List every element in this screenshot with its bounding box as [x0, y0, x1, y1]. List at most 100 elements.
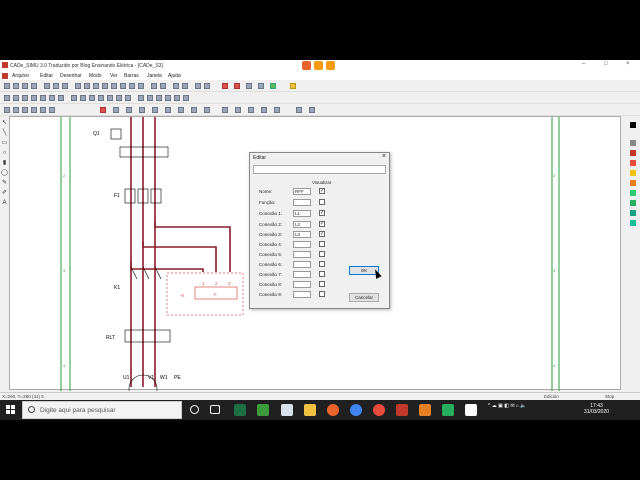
tool-icon[interactable]: [165, 107, 171, 113]
menu-desenhar[interactable]: Desenhar: [60, 73, 82, 79]
component-icon[interactable]: [22, 95, 28, 101]
conexao-4-checkbox[interactable]: [319, 241, 325, 247]
text-tool-icon[interactable]: A: [1, 200, 8, 207]
tool-icon[interactable]: [40, 107, 46, 113]
menu-editar[interactable]: Editar: [40, 73, 53, 79]
conexao-7-field[interactable]: [293, 271, 311, 278]
new-file-icon[interactable]: [4, 83, 10, 89]
conexao-7-checkbox[interactable]: [319, 271, 325, 277]
line-tool-icon[interactable]: ╲: [1, 130, 8, 137]
conexao-1-field[interactable]: L1: [293, 210, 311, 217]
pencil-tool-icon[interactable]: ✎: [1, 180, 8, 187]
ellipse-tool-icon[interactable]: ◯: [1, 170, 8, 177]
component-icon[interactable]: [89, 95, 95, 101]
zoom-window-icon[interactable]: [93, 83, 99, 89]
component-icon[interactable]: [165, 95, 171, 101]
zoom-out-icon[interactable]: [84, 83, 90, 89]
tool-icon[interactable]: [152, 107, 158, 113]
tool-icon[interactable]: [126, 107, 132, 113]
component-icon[interactable]: [80, 95, 86, 101]
tool-icon[interactable]: [309, 107, 315, 113]
tool-icon[interactable]: [178, 107, 184, 113]
menu-barras[interactable]: Barras: [124, 73, 139, 79]
component-icon[interactable]: [125, 95, 131, 101]
conexao-8-field[interactable]: [293, 281, 311, 288]
color-swatch[interactable]: [630, 180, 636, 186]
component-icon[interactable]: [40, 95, 46, 101]
tool-icon[interactable]: [31, 107, 37, 113]
component-icon[interactable]: [183, 95, 189, 101]
zoom-fit-icon[interactable]: [102, 83, 108, 89]
component-icon[interactable]: [31, 95, 37, 101]
stop-icon[interactable]: [234, 83, 240, 89]
arrange-icon[interactable]: [173, 83, 179, 89]
tool-icon[interactable]: [296, 107, 302, 113]
cancel-button[interactable]: Cancelar: [349, 293, 379, 302]
paste-icon[interactable]: [62, 83, 68, 89]
close-button[interactable]: ×: [626, 61, 630, 67]
firefox-icon[interactable]: [302, 61, 311, 70]
component-icon[interactable]: [4, 95, 10, 101]
copy-icon[interactable]: [53, 83, 59, 89]
component-icon[interactable]: [71, 95, 77, 101]
component-icon[interactable]: [156, 95, 162, 101]
conexao-1-checkbox[interactable]: ✓: [319, 210, 325, 216]
tool-icon[interactable]: [204, 107, 210, 113]
color-swatch[interactable]: [630, 220, 636, 226]
component-icon[interactable]: [174, 95, 180, 101]
component-icon[interactable]: [116, 95, 122, 101]
grid-icon[interactable]: [195, 83, 201, 89]
system-tray[interactable]: ^ ☁ ▣ ◧ ✉ ⌂ 🔈: [488, 403, 527, 409]
redo-icon[interactable]: [160, 83, 166, 89]
conexao-6-checkbox[interactable]: [319, 261, 325, 267]
conexao-4-field[interactable]: [293, 241, 311, 248]
component-icon[interactable]: [107, 95, 113, 101]
undo-icon[interactable]: [151, 83, 157, 89]
conexao-3-checkbox[interactable]: ✓: [319, 231, 325, 237]
file-explorer-icon[interactable]: [304, 404, 316, 416]
circle-tool-icon[interactable]: ○: [1, 150, 8, 157]
tool-icon[interactable]: [248, 107, 254, 113]
component-icon[interactable]: [138, 95, 144, 101]
minimize-button[interactable]: –: [582, 61, 585, 67]
task-view-icon[interactable]: [210, 405, 220, 414]
simulate-icon[interactable]: [222, 83, 228, 89]
nome-checkbox[interactable]: ✓: [319, 188, 325, 194]
maximize-button[interactable]: □: [604, 61, 608, 67]
color-swatch[interactable]: [630, 170, 636, 176]
dialog-close-button[interactable]: ×: [382, 153, 386, 160]
zoom-in-icon[interactable]: [75, 83, 81, 89]
funcao-field[interactable]: [293, 199, 311, 206]
fill-tool-icon[interactable]: ▮: [1, 160, 8, 167]
tool-icon[interactable]: [113, 107, 119, 113]
app-red-icon[interactable]: [373, 404, 385, 416]
open-file-icon[interactable]: [13, 83, 19, 89]
print-icon[interactable]: [31, 83, 37, 89]
tool-icon[interactable]: [222, 107, 228, 113]
tool-icon[interactable]: [261, 107, 267, 113]
conexao-5-field[interactable]: [293, 251, 311, 258]
tool-icon[interactable]: [235, 107, 241, 113]
color-swatch[interactable]: [630, 200, 636, 206]
conexao-2-checkbox[interactable]: ✓: [319, 221, 325, 227]
refresh-icon[interactable]: [129, 83, 135, 89]
taskbar-search-box[interactable]: Digite aqui para pesquisar: [22, 401, 182, 419]
step-icon[interactable]: [258, 83, 264, 89]
pan-icon[interactable]: [120, 83, 126, 89]
menu-ver[interactable]: Ver: [110, 73, 118, 79]
layers-icon[interactable]: [204, 83, 210, 89]
conexao-2-field[interactable]: L2: [293, 221, 311, 228]
component-icon[interactable]: [58, 95, 64, 101]
conexao-5-checkbox[interactable]: [319, 251, 325, 257]
cortana-icon[interactable]: [190, 405, 199, 414]
color-swatch[interactable]: [630, 140, 636, 146]
tool-icon[interactable]: [4, 107, 10, 113]
app-camtasia-icon[interactable]: [442, 404, 454, 416]
save-icon[interactable]: [22, 83, 28, 89]
nome-field[interactable]: RFF: [293, 188, 311, 195]
rect-tool-icon[interactable]: ▭: [1, 140, 8, 147]
conexao-8-checkbox[interactable]: [319, 281, 325, 287]
color-swatch[interactable]: [630, 160, 636, 166]
tool-icon[interactable]: [100, 107, 106, 113]
tool-icon[interactable]: [274, 107, 280, 113]
